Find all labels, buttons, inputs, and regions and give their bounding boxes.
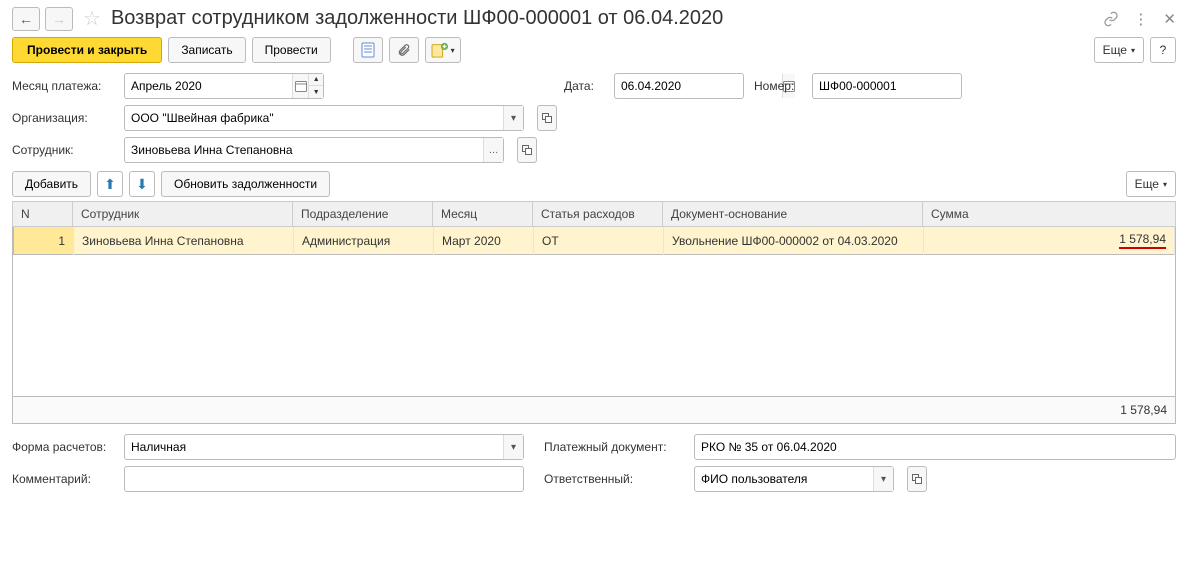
cell-n[interactable]: 1 (14, 227, 74, 255)
create-based-on-icon[interactable]: ▾ (425, 37, 461, 63)
table-toolbar: Добавить ⬆ ⬇ Обновить задолженности Еще▾ (12, 171, 1176, 197)
calendar-icon[interactable] (292, 74, 308, 98)
comment-label: Комментарий: (12, 472, 114, 486)
col-header-expense[interactable]: Статья расходов (533, 202, 663, 227)
payform-label: Форма расчетов: (12, 440, 114, 454)
movements-icon[interactable] (353, 37, 383, 63)
cell-month[interactable]: Март 2020 (434, 227, 534, 255)
org-field[interactable]: ▾ (124, 105, 524, 131)
dropdown-icon[interactable]: ▾ (873, 467, 893, 491)
col-header-department[interactable]: Подразделение (293, 202, 433, 227)
table-more-button[interactable]: Еще▾ (1126, 171, 1176, 197)
number-field[interactable] (812, 73, 962, 99)
date-label: Дата: (564, 79, 604, 93)
pay-month-input[interactable] (125, 74, 292, 98)
move-down-button[interactable]: ⬇ (129, 171, 155, 197)
toolbar-more-button[interactable]: Еще▾ (1094, 37, 1144, 63)
employee-input[interactable] (125, 138, 483, 162)
paydoc-field[interactable] (694, 434, 1176, 460)
cell-sum[interactable]: 1 578,94 (924, 227, 1175, 255)
number-input[interactable] (813, 74, 980, 98)
table-total: 1 578,94 (12, 397, 1176, 424)
org-label: Организация: (12, 111, 114, 125)
cell-employee[interactable]: Зиновьева Инна Степановна (74, 227, 294, 255)
select-icon[interactable]: … (483, 138, 503, 162)
comment-field[interactable] (124, 466, 524, 492)
post-and-close-button[interactable]: Провести и закрыть (12, 37, 162, 63)
col-header-employee[interactable]: Сотрудник (73, 202, 293, 227)
pay-month-field[interactable]: ▲▼ (124, 73, 324, 99)
paydoc-label: Платежный документ: (544, 440, 684, 454)
comment-input[interactable] (125, 467, 523, 491)
post-button[interactable]: Провести (252, 37, 331, 63)
kebab-menu-icon[interactable]: ⋮ (1133, 10, 1149, 28)
move-up-button[interactable]: ⬆ (97, 171, 123, 197)
add-row-button[interactable]: Добавить (12, 171, 91, 197)
employee-label: Сотрудник: (12, 143, 114, 157)
nav-forward-button[interactable]: → (45, 7, 73, 31)
save-button[interactable]: Записать (168, 37, 245, 63)
refresh-debts-button[interactable]: Обновить задолженности (161, 171, 330, 197)
attachment-icon[interactable] (389, 37, 419, 63)
org-input[interactable] (125, 106, 503, 130)
cell-expense[interactable]: ОТ (534, 227, 664, 255)
open-employee-icon[interactable] (517, 137, 537, 163)
responsible-field[interactable]: ▾ (694, 466, 894, 492)
dropdown-icon[interactable]: ▾ (503, 435, 523, 459)
open-responsible-icon[interactable] (907, 466, 927, 492)
favorite-star-icon[interactable]: ☆ (83, 6, 101, 31)
employee-field[interactable]: … (124, 137, 504, 163)
date-field[interactable] (614, 73, 744, 99)
number-label: Номер: (754, 79, 802, 93)
open-org-icon[interactable] (537, 105, 557, 131)
payform-input[interactable] (125, 435, 503, 459)
title-bar: ← → ☆ Возврат сотрудником задолженности … (12, 6, 1176, 31)
month-stepper[interactable]: ▲▼ (308, 74, 323, 98)
responsible-label: Ответственный: (544, 472, 684, 486)
dropdown-icon[interactable]: ▾ (503, 106, 523, 130)
col-header-document[interactable]: Документ-основание (663, 202, 923, 227)
window-title: Возврат сотрудником задолженности ШФ00-0… (111, 7, 1097, 30)
cell-document[interactable]: Увольнение ШФ00-000002 от 04.03.2020 (664, 227, 924, 255)
col-header-sum[interactable]: Сумма (923, 202, 1176, 227)
table-row[interactable]: 1 Зиновьева Инна Степановна Администраци… (14, 227, 1175, 255)
debts-table: N Сотрудник Подразделение Месяц Статья р… (12, 201, 1176, 227)
pay-month-label: Месяц платежа: (12, 79, 114, 93)
main-toolbar: Провести и закрыть Записать Провести ▾ Е… (12, 37, 1176, 63)
cell-department[interactable]: Администрация (294, 227, 434, 255)
close-icon[interactable]: ✕ (1163, 10, 1176, 28)
link-icon[interactable] (1103, 11, 1119, 27)
col-header-month[interactable]: Месяц (433, 202, 533, 227)
col-header-n[interactable]: N (13, 202, 73, 227)
nav-back-button[interactable]: ← (12, 7, 40, 31)
responsible-input[interactable] (695, 467, 873, 491)
payform-field[interactable]: ▾ (124, 434, 524, 460)
help-button[interactable]: ? (1150, 37, 1176, 63)
paydoc-input[interactable] (695, 435, 1175, 459)
